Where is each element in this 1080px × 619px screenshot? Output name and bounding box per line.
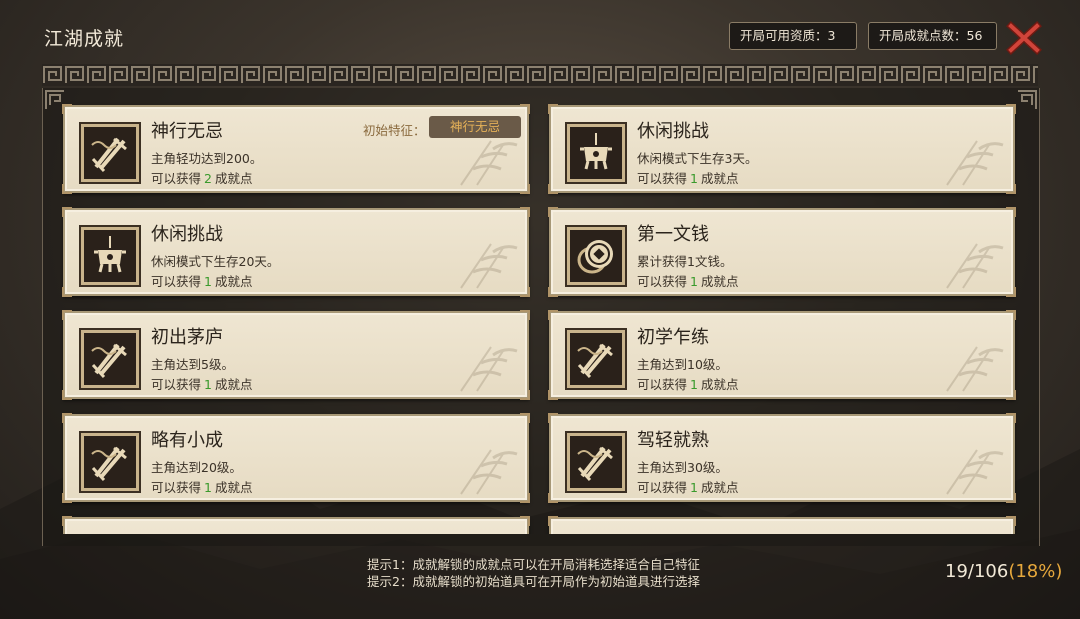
achievement-icon-frame <box>81 124 139 182</box>
achievement-card[interactable]: 神行无忌 主角轻功达到200。 可以获得 2 成就点 初始特征： 神行无忌 <box>62 104 530 194</box>
achievement-name: 休闲挑战 <box>151 224 223 245</box>
close-button[interactable] <box>1006 20 1042 56</box>
coin-icon <box>577 240 613 274</box>
progress-count: 19/106 <box>945 561 1009 582</box>
achievement-list[interactable]: 神行无忌 主角轻功达到200。 可以获得 2 成就点 初始特征： 神行无忌 休闲挑战… <box>60 98 1022 534</box>
achievement-icon-frame <box>81 433 139 491</box>
reward-points: 1 <box>204 274 212 289</box>
achievement-name: 休闲挑战 <box>637 121 709 142</box>
achievement-name: 驾轻就熟 <box>637 430 709 451</box>
bamboo-watermark-icon <box>946 346 1004 392</box>
achievement-card[interactable]: 初出茅庐 主角达到5级。 可以获得 1 成就点 <box>62 310 530 400</box>
incense-burner-icon <box>94 236 126 273</box>
achievement-description: 主角达到30级。 <box>637 460 728 475</box>
achievement-reward: 可以获得 1 成就点 <box>637 171 739 186</box>
crossed-swords-icon <box>91 446 127 482</box>
achievement-description: 休闲模式下生存20天。 <box>151 254 280 269</box>
reward-points: 1 <box>204 480 212 495</box>
achievement-icon-frame <box>567 433 625 491</box>
incense-burner-icon <box>580 133 612 170</box>
available-aptitude-stat: 开局可用资质：3 <box>729 22 857 50</box>
hint-line: 提示1：成就解锁的成就点可以在开局消耗选择适合自己特征 <box>367 557 700 572</box>
achievement-reward: 可以获得 1 成就点 <box>637 274 739 289</box>
achievement-card[interactable]: 第一文钱 累计获得1文钱。 可以获得 1 成就点 <box>548 207 1016 297</box>
crossed-swords-icon <box>577 343 613 379</box>
achievement-reward: 可以获得 1 成就点 <box>151 480 253 495</box>
achievement-icon-frame <box>81 227 139 285</box>
achievement-points-stat: 开局成就点数：56 <box>868 22 997 50</box>
reward-points: 2 <box>204 171 212 186</box>
window-title: 江湖成就 <box>44 28 125 50</box>
initial-trait-chip: 神行无忌 <box>429 116 521 138</box>
achievement-description: 休闲模式下生存3天。 <box>637 151 758 166</box>
bamboo-watermark-icon <box>460 346 518 392</box>
achievement-icon-frame <box>567 124 625 182</box>
achievement-card-partial[interactable] <box>62 516 530 534</box>
achievement-reward: 可以获得 1 成就点 <box>151 377 253 392</box>
initial-trait-label: 初始特征： <box>363 123 426 138</box>
achievement-card-partial[interactable] <box>548 516 1016 534</box>
crossed-swords-icon <box>91 343 127 379</box>
achievement-description: 主角达到10级。 <box>637 357 728 372</box>
achievement-name: 略有小成 <box>151 430 223 451</box>
reward-points: 1 <box>690 171 698 186</box>
bamboo-watermark-icon <box>460 449 518 495</box>
achievement-name: 初出茅庐 <box>151 327 223 348</box>
close-x-icon <box>1006 21 1042 55</box>
achievement-description: 主角轻功达到200。 <box>151 151 263 166</box>
achievement-card[interactable]: 休闲挑战 休闲模式下生存20天。 可以获得 1 成就点 <box>62 207 530 297</box>
achievement-name: 初学乍练 <box>637 327 709 348</box>
bamboo-watermark-icon <box>946 140 1004 186</box>
crossed-swords-icon <box>91 137 127 173</box>
achievement-icon-frame <box>567 227 625 285</box>
achievement-reward: 可以获得 1 成就点 <box>637 480 739 495</box>
progress-percent: (18%) <box>1008 561 1063 582</box>
hints: 提示1：成就解锁的成就点可以在开局消耗选择适合自己特征 提示2：成就解锁的初始道… <box>367 556 700 590</box>
achievement-description: 累计获得1文钱。 <box>637 254 733 269</box>
bamboo-watermark-icon <box>460 243 518 289</box>
achievement-card[interactable]: 驾轻就熟 主角达到30级。 可以获得 1 成就点 <box>548 413 1016 503</box>
achievement-reward: 可以获得 2 成就点 <box>151 171 253 186</box>
reward-points: 1 <box>690 480 698 495</box>
achievement-description: 主角达到5级。 <box>151 357 234 372</box>
bamboo-watermark-icon <box>946 449 1004 495</box>
achievement-reward: 可以获得 1 成就点 <box>637 377 739 392</box>
reward-points: 1 <box>690 274 698 289</box>
achievement-card[interactable]: 休闲挑战 休闲模式下生存3天。 可以获得 1 成就点 <box>548 104 1016 194</box>
achievement-reward: 可以获得 1 成就点 <box>151 274 253 289</box>
achievement-card[interactable]: 初学乍练 主角达到10级。 可以获得 1 成就点 <box>548 310 1016 400</box>
reward-points: 1 <box>690 377 698 392</box>
achievement-icon-frame <box>81 330 139 388</box>
achievement-description: 主角达到20级。 <box>151 460 242 475</box>
crossed-swords-icon <box>577 446 613 482</box>
hint-line: 提示2：成就解锁的初始道具可在开局作为初始道具进行选择 <box>367 574 700 589</box>
achievement-progress: 19/106(18%) <box>945 561 1062 582</box>
achievement-icon-frame <box>567 330 625 388</box>
greek-key-border <box>42 64 1038 86</box>
bamboo-watermark-icon <box>460 140 518 186</box>
achievement-name: 神行无忌 <box>151 121 223 142</box>
achievement-card[interactable]: 略有小成 主角达到20级。 可以获得 1 成就点 <box>62 413 530 503</box>
bamboo-watermark-icon <box>946 243 1004 289</box>
achievement-name: 第一文钱 <box>637 224 709 245</box>
reward-points: 1 <box>204 377 212 392</box>
